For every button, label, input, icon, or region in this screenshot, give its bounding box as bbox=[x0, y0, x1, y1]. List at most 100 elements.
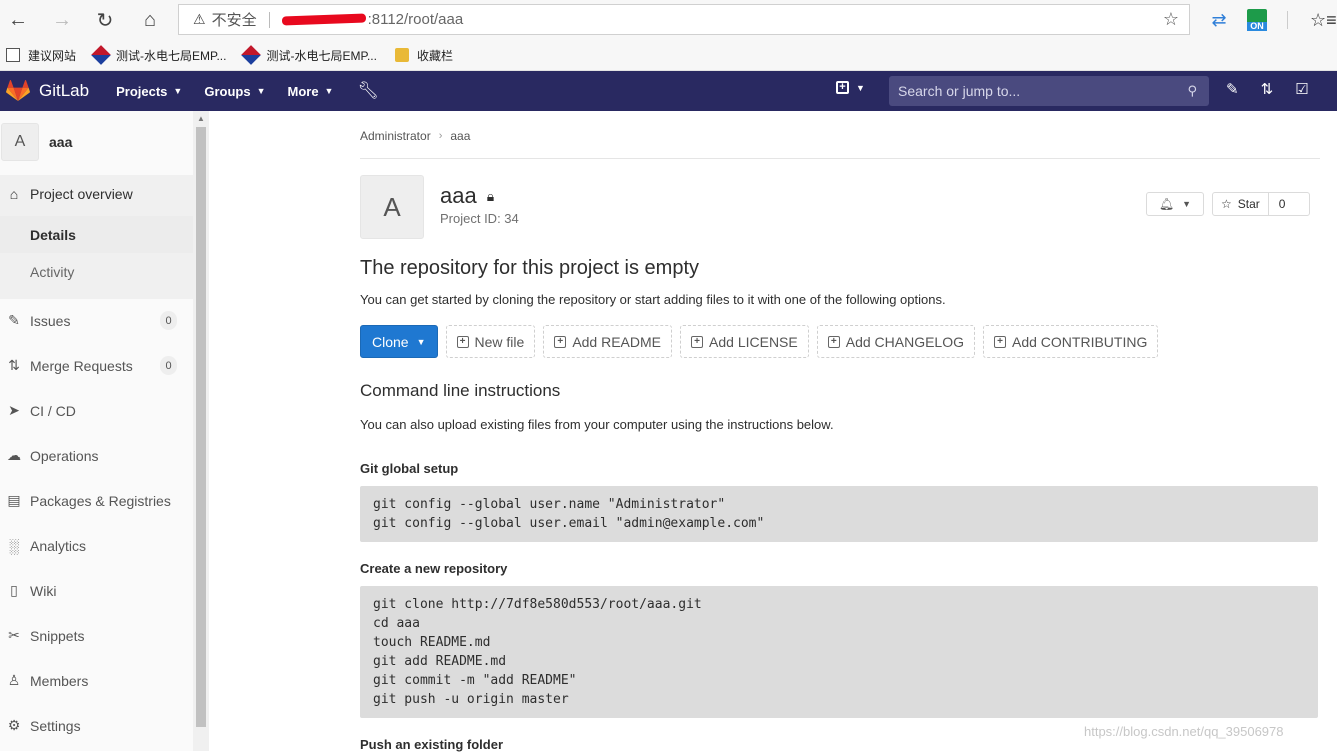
empty-repo-title: The repository for this project is empty bbox=[360, 257, 700, 279]
sidebar-item-settings[interactable]: ⚙ Settings bbox=[0, 707, 193, 744]
sidebar-item-merge-requests[interactable]: ⇅ Merge Requests 0 bbox=[0, 347, 193, 384]
chevron-down-icon: ▼ bbox=[324, 86, 334, 96]
git-global-setup-code[interactable]: git config --global user.name "Administr… bbox=[360, 486, 1318, 542]
scroll-up-arrow-icon[interactable]: ▲ bbox=[197, 114, 205, 123]
admin-wrench-icon[interactable]: 🔧︎ bbox=[357, 81, 379, 101]
bookmark-item[interactable]: 建议网站 bbox=[6, 47, 76, 64]
breadcrumb-namespace[interactable]: Administrator bbox=[360, 129, 431, 143]
add-changelog-button[interactable]: + Add CHANGELOG bbox=[816, 325, 975, 358]
sidebar-item-members[interactable]: ♙ Members bbox=[0, 662, 193, 699]
issues-icon: ✎ bbox=[8, 312, 20, 328]
star-button[interactable]: ☆ Star 0 bbox=[1212, 192, 1310, 216]
chevron-down-icon: ▼ bbox=[173, 86, 183, 96]
redacted-host bbox=[281, 13, 366, 26]
sidebar-item-project-overview[interactable]: ⌂ Project overview bbox=[0, 175, 193, 212]
plus-square-icon: + bbox=[836, 81, 849, 94]
home-icon[interactable]: ⌂ bbox=[134, 4, 166, 36]
users-icon: ♙ bbox=[7, 672, 21, 688]
create-repo-title: Create a new repository bbox=[360, 561, 508, 576]
project-id: Project ID: 34 bbox=[440, 211, 519, 226]
sidebar-item-snippets[interactable]: ✂ Snippets bbox=[0, 617, 193, 654]
project-sidebar: A aaa ⌂ Project overview Details Activit… bbox=[0, 111, 209, 751]
brand-name: GitLab bbox=[39, 81, 90, 100]
avatar: A bbox=[1, 123, 39, 161]
menu-groups[interactable]: Groups ▼ bbox=[204, 84, 265, 99]
todo-checkbox-icon[interactable]: ☑ bbox=[1295, 80, 1308, 98]
nav-shortcuts: ✎ ⇅ ☑ bbox=[1226, 80, 1309, 98]
star-icon: ☆ bbox=[1221, 197, 1232, 211]
chevron-down-icon: ▼ bbox=[856, 82, 865, 93]
back-icon[interactable]: ← bbox=[2, 4, 34, 36]
plus-square-icon: + bbox=[827, 335, 840, 348]
add-readme-button[interactable]: + Add README bbox=[543, 325, 673, 358]
clone-button[interactable]: Clone ▼ bbox=[360, 325, 438, 358]
chart-icon: ░ bbox=[9, 537, 19, 554]
sidebar-item-packages[interactable]: ▤ Packages & Registries bbox=[0, 482, 193, 519]
merge-request-icon[interactable]: ⇅ bbox=[1261, 80, 1274, 98]
sidebar-item-activity[interactable]: Activity bbox=[0, 253, 193, 290]
book-icon: ▯ bbox=[10, 582, 18, 598]
create-repo-code[interactable]: git clone http://7df8e580d553/root/aaa.g… bbox=[360, 586, 1318, 718]
home-icon: ⌂ bbox=[9, 185, 19, 202]
empty-repo-actions: Clone ▼ + New file + Add README + Add LICEN… bbox=[360, 325, 1159, 358]
notification-dropdown[interactable]: 🔔︎ ▼ bbox=[1146, 192, 1204, 216]
cli-description: You can also upload existing files from … bbox=[360, 417, 834, 432]
cloud-gear-icon: ☁ bbox=[7, 447, 21, 463]
sidebar-item-issues[interactable]: ✎ Issues 0 bbox=[0, 302, 193, 339]
bookmark-item[interactable]: 测试-水电七局EMP... bbox=[241, 45, 377, 65]
security-label: 不安全 bbox=[211, 12, 257, 29]
bookmark-folder[interactable]: 收藏栏 bbox=[394, 47, 453, 64]
url-text: :8112/root/aaa bbox=[367, 11, 464, 28]
bookmarks-bar: 建议网站 测试-水电七局EMP... 测试-水电七局EMP... 收藏栏 bbox=[0, 40, 1337, 71]
sync-icon[interactable]: ⇄ bbox=[1205, 6, 1233, 34]
sidebar-item-wiki[interactable]: ▯ Wiki bbox=[0, 572, 193, 609]
toolbar-separator bbox=[1287, 11, 1288, 29]
refresh-icon[interactable]: ↻ bbox=[89, 4, 121, 36]
empty-repo-description: You can get started by cloning the repos… bbox=[360, 292, 946, 307]
chevron-down-icon: ▼ bbox=[1182, 199, 1192, 209]
chevron-down-icon: ▼ bbox=[416, 336, 426, 347]
issues-todo-icon[interactable]: ✎ bbox=[1226, 80, 1239, 98]
merge-request-icon: ⇅ bbox=[8, 357, 20, 373]
site-favicon-icon bbox=[91, 45, 111, 65]
sidebar-project-name: aaa bbox=[49, 134, 73, 150]
bell-icon: 🔔︎ bbox=[1158, 197, 1175, 211]
menu-projects[interactable]: Projects ▼ bbox=[116, 84, 182, 99]
plus-square-icon: + bbox=[691, 335, 704, 348]
watermark: https://blog.csdn.net/qq_39506978 bbox=[1084, 724, 1284, 739]
push-folder-title: Push an existing folder bbox=[360, 737, 504, 752]
cli-title: Command line instructions bbox=[360, 381, 561, 400]
bookmark-item[interactable]: 测试-水电七局EMP... bbox=[91, 45, 226, 65]
breadcrumb: Administrator › aaa bbox=[360, 129, 470, 143]
page-icon bbox=[6, 48, 20, 62]
extension-on-icon[interactable]: ON bbox=[1247, 9, 1267, 31]
menu-more[interactable]: More ▼ bbox=[287, 84, 333, 99]
sidebar-scrollbar-thumb[interactable] bbox=[196, 127, 206, 727]
search-input[interactable]: Search or jump to... ⚲ bbox=[889, 76, 1209, 106]
site-favicon-icon bbox=[241, 45, 262, 65]
address-separator bbox=[268, 11, 270, 28]
new-dropdown[interactable]: + ▼ bbox=[836, 81, 865, 94]
gear-icon: ⚙ bbox=[7, 717, 21, 733]
address-bar[interactable]: ⚠ 不安全 :8112/root/aaa ☆ bbox=[178, 4, 1190, 35]
sidebar-item-ci-cd[interactable]: ➤ CI / CD bbox=[0, 392, 193, 429]
sidebar-item-details[interactable]: Details bbox=[0, 216, 193, 253]
new-file-button[interactable]: + New file bbox=[445, 325, 536, 358]
gitlab-navbar: GitLab Projects ▼ Groups ▼ More ▼ 🔧︎ + ▼ Se… bbox=[0, 71, 1337, 111]
add-license-button[interactable]: + Add LICENSE bbox=[680, 325, 809, 358]
page-title: aaa 🔒︎ bbox=[440, 183, 495, 208]
favorites-list-icon[interactable]: ☆≡ bbox=[1310, 10, 1337, 31]
forward-icon[interactable]: → bbox=[46, 4, 78, 36]
warning-icon: ⚠ bbox=[193, 11, 206, 27]
folder-icon bbox=[394, 48, 409, 62]
star-count[interactable]: 0 bbox=[1269, 193, 1296, 215]
breadcrumb-project[interactable]: aaa bbox=[450, 129, 470, 143]
scissors-icon: ✂ bbox=[8, 627, 20, 643]
gitlab-logo[interactable]: GitLab bbox=[6, 80, 116, 102]
sidebar-item-operations[interactable]: ☁ Operations bbox=[0, 437, 193, 474]
sidebar-item-analytics[interactable]: ░ Analytics bbox=[0, 527, 193, 564]
favorite-star-icon[interactable]: ☆ bbox=[1163, 9, 1179, 30]
sidebar-project-header[interactable]: A aaa bbox=[0, 121, 193, 163]
add-contributing-button[interactable]: + Add CONTRIBUTING bbox=[983, 325, 1159, 358]
chevron-right-icon: › bbox=[438, 130, 443, 142]
